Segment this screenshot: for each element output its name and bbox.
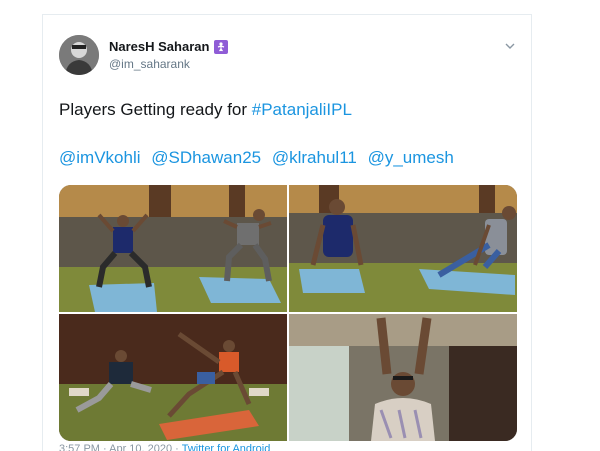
display-name[interactable]: NaresH Saharan — [109, 39, 209, 54]
user-handle[interactable]: @im_saharank — [109, 57, 190, 71]
photo-2[interactable] — [289, 185, 517, 312]
author-name-row[interactable]: NaresH Saharan — [109, 39, 229, 54]
mention-link[interactable]: @SDhawan25 — [151, 148, 261, 167]
hashtag-link[interactable]: #PatanjaliIPL — [252, 100, 352, 119]
tweet-card[interactable]: NaresH Saharan @im_saharank Players Gett… — [42, 14, 532, 451]
mention-link[interactable]: @klrahul11 — [272, 148, 357, 167]
mentions-line: @imVkohli @SDhawan25 @klrahul11 @y_umesh — [59, 147, 529, 169]
photo-1[interactable] — [59, 185, 287, 312]
photo-grid — [59, 185, 517, 441]
photo-3[interactable] — [59, 314, 287, 441]
photo-4[interactable] — [289, 314, 517, 441]
mention-link[interactable]: @imVkohli — [59, 148, 141, 167]
avatar[interactable] — [59, 35, 99, 75]
chevron-down-icon[interactable] — [501, 37, 519, 55]
tweet-text: Players Getting ready for #PatanjaliIPL — [59, 99, 519, 121]
purple-emoji-badge-icon — [214, 39, 229, 54]
mention-link[interactable]: @y_umesh — [368, 148, 454, 167]
tweet-text-prefix: Players Getting ready for — [59, 100, 252, 119]
